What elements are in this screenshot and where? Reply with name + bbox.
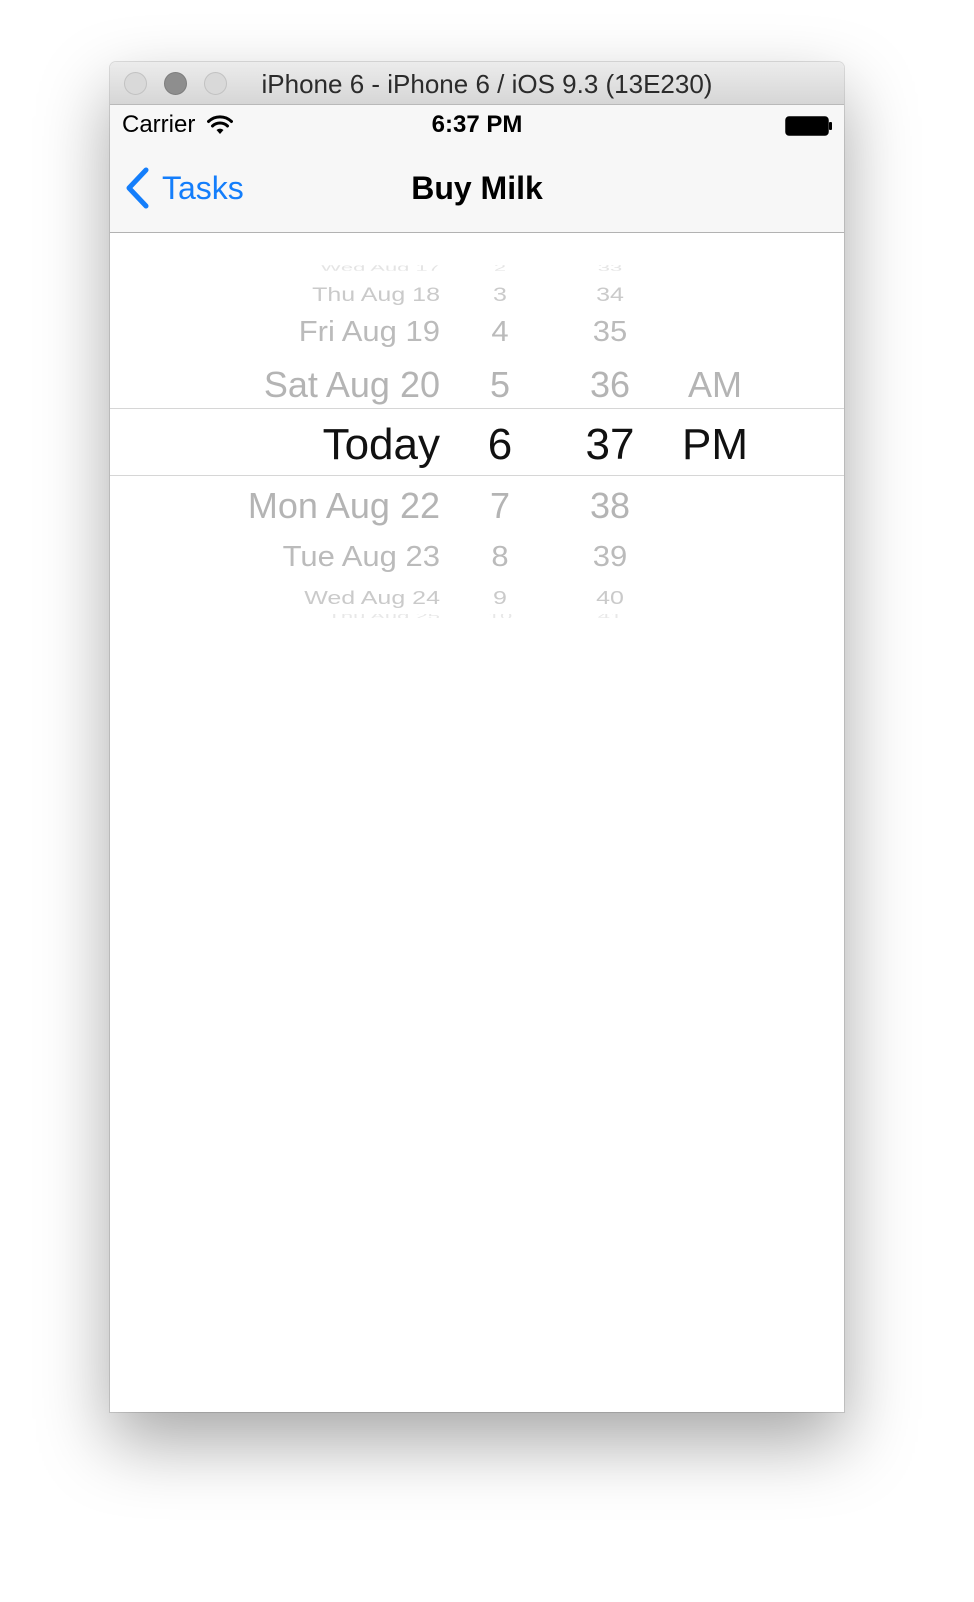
minute-option[interactable]: 39 bbox=[570, 540, 650, 573]
minute-option[interactable]: 41 bbox=[570, 614, 650, 618]
hour-option[interactable]: 4 bbox=[470, 315, 530, 348]
date-option[interactable]: Fri Aug 19 bbox=[200, 315, 440, 348]
date-option[interactable]: Mon Aug 22 bbox=[200, 485, 440, 527]
date-option[interactable]: Tue Aug 23 bbox=[200, 540, 440, 573]
hour-option[interactable]: 2 bbox=[470, 265, 530, 270]
minute-option[interactable]: 36 bbox=[570, 364, 650, 406]
date-option[interactable]: Sat Aug 20 bbox=[200, 364, 440, 406]
minute-option[interactable]: 33 bbox=[570, 265, 650, 270]
window-titlebar: iPhone 6 - iPhone 6 / iOS 9.3 (13E230) bbox=[110, 62, 844, 105]
device-screen: Carrier 6:37 PM Tasks Buy Milk Thu Aug 1… bbox=[110, 105, 844, 1412]
date-wheel[interactable]: Wed Aug 17 Thu Aug 18 Fri Aug 19 Sat Aug… bbox=[200, 233, 440, 653]
window-title: iPhone 6 - iPhone 6 / iOS 9.3 (13E230) bbox=[261, 69, 713, 99]
date-option[interactable]: Wed Aug 17 bbox=[200, 265, 440, 270]
minute-option[interactable]: 34 bbox=[570, 283, 650, 306]
ampm-option-selected[interactable]: PM bbox=[670, 420, 760, 470]
date-option[interactable]: Thu Aug 18 bbox=[200, 283, 440, 306]
simulator-window: iPhone 6 - iPhone 6 / iOS 9.3 (13E230) C… bbox=[110, 62, 844, 1412]
navigation-bar: Tasks Buy Milk bbox=[110, 145, 844, 233]
date-option[interactable]: Thu Aug 25 bbox=[200, 614, 440, 618]
minute-wheel[interactable]: 33 34 35 36 37 38 39 40 41 bbox=[570, 233, 650, 653]
status-time: 6:37 PM bbox=[431, 111, 523, 138]
hour-option[interactable]: 7 bbox=[470, 485, 530, 527]
date-picker[interactable]: Wed Aug 17 Thu Aug 18 Fri Aug 19 Sat Aug… bbox=[110, 233, 844, 653]
hour-option[interactable]: 5 bbox=[470, 364, 530, 406]
ampm-wheel[interactable]: AM PM bbox=[670, 233, 760, 653]
minute-option[interactable]: 40 bbox=[570, 587, 650, 609]
hour-option[interactable]: 10 bbox=[470, 614, 530, 618]
date-option[interactable]: Wed Aug 24 bbox=[200, 587, 440, 609]
status-bar: Carrier 6:37 PM bbox=[110, 105, 844, 145]
hour-option[interactable]: 8 bbox=[470, 540, 530, 573]
battery-icon bbox=[785, 116, 832, 136]
minute-option[interactable]: 35 bbox=[570, 315, 650, 348]
ampm-option[interactable]: AM bbox=[670, 364, 760, 406]
page-title: Buy Milk bbox=[411, 170, 543, 206]
minute-option-selected[interactable]: 37 bbox=[570, 420, 650, 470]
hour-wheel[interactable]: 2 3 4 5 6 7 8 9 10 bbox=[470, 233, 530, 653]
date-option-selected[interactable]: Today bbox=[200, 420, 440, 470]
hour-option-selected[interactable]: 6 bbox=[470, 420, 530, 470]
hour-option[interactable]: 9 bbox=[470, 587, 530, 609]
minute-option[interactable]: 38 bbox=[570, 485, 650, 527]
hour-option[interactable]: 3 bbox=[470, 283, 530, 306]
